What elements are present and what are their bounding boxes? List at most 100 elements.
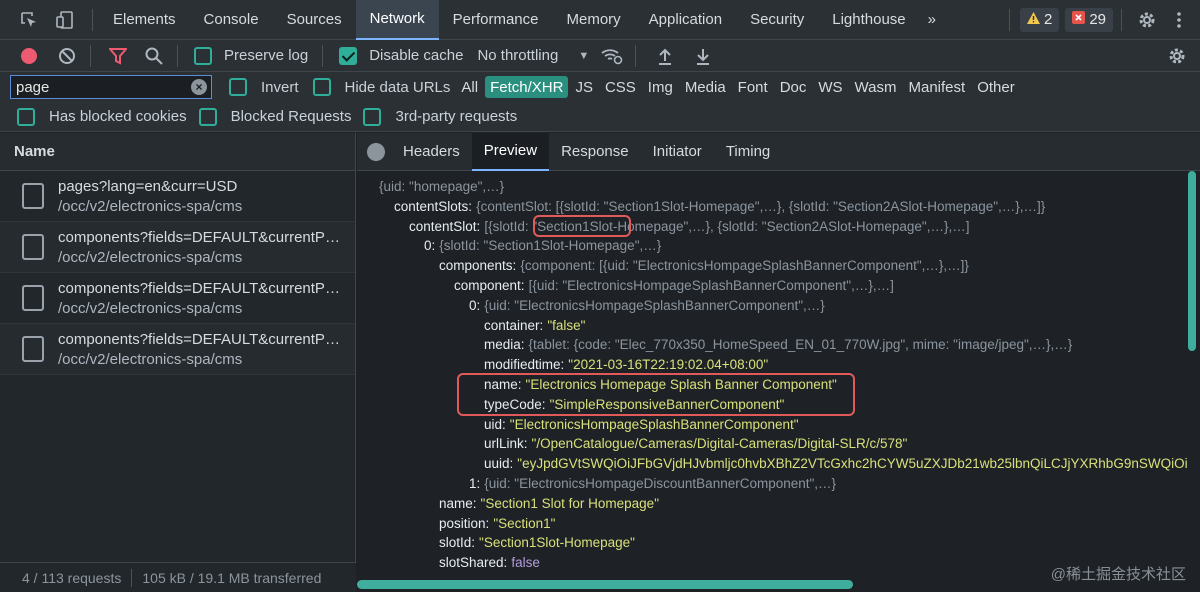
preview-line[interactable]: slotId: "Section1Slot-Homepage" — [357, 533, 1187, 553]
preview-summary: [{slotId: "Section1Slot-Homepage",…}, {s… — [484, 218, 970, 234]
warnings-count: 2 — [1043, 11, 1053, 28]
name-column-header[interactable]: Name — [0, 133, 355, 171]
inspect-element-icon[interactable] — [16, 7, 42, 33]
request-text: components?fields=DEFAULT&currentPag... /… — [58, 229, 348, 266]
third-party-checkbox[interactable] — [363, 107, 382, 126]
tab-elements[interactable]: Elements — [99, 0, 190, 40]
request-row[interactable]: components?fields=DEFAULT&currentPag... /… — [0, 273, 355, 324]
tab-application[interactable]: Application — [635, 0, 736, 40]
filter-type-doc[interactable]: Doc — [775, 76, 812, 98]
filter-icon[interactable] — [105, 43, 131, 69]
more-tabs-icon[interactable]: » — [920, 0, 944, 40]
invert-checkbox[interactable] — [229, 78, 247, 96]
request-rows: pages?lang=en&curr=USD/occ/v2/electronic… — [0, 171, 355, 375]
request-name: components?fields=DEFAULT&currentPag... — [58, 330, 348, 348]
request-row[interactable]: pages?lang=en&curr=USD/occ/v2/electronic… — [0, 171, 355, 222]
detail-tab-headers[interactable]: Headers — [391, 133, 472, 171]
filter-type-other[interactable]: Other — [972, 76, 1020, 98]
toolbar-divider — [635, 44, 637, 67]
record-icon[interactable] — [16, 43, 42, 69]
vertical-scrollbar[interactable] — [1188, 171, 1196, 351]
clear-icon[interactable] — [54, 43, 80, 69]
blocked-requests-checkbox[interactable] — [198, 107, 217, 126]
disable-cache-checkbox[interactable] — [339, 46, 358, 65]
filter-type-font[interactable]: Font — [733, 76, 773, 98]
more-options-icon[interactable] — [1166, 7, 1192, 33]
filter-type-wasm[interactable]: Wasm — [850, 76, 902, 98]
request-row[interactable]: components?fields=DEFAULT&currentPag... /… — [0, 324, 355, 375]
preview-key: components — [439, 258, 513, 274]
detail-tab-initiator[interactable]: Initiator — [641, 133, 714, 171]
chevron-down-icon[interactable]: ▼ — [578, 50, 589, 62]
filter-type-media[interactable]: Media — [680, 76, 731, 98]
document-icon — [22, 336, 44, 362]
throttling-select[interactable]: No throttling — [477, 47, 558, 64]
preview-key: 0 — [424, 238, 432, 254]
preview-line[interactable]: components: {component: [{uid: "Electroni… — [357, 256, 1187, 276]
network-conditions-icon[interactable] — [599, 43, 625, 69]
settings-gear-icon[interactable] — [1134, 7, 1160, 33]
preview-summary: {uid: "ElectronicsHompageDiscountBannerC… — [484, 475, 837, 491]
tab-network[interactable]: Network — [355, 0, 439, 40]
preview-colon: : — [472, 495, 477, 511]
preview-line[interactable]: 0: {uid: "ElectronicsHompageSplashBannerC… — [357, 296, 1187, 316]
filter-type-css[interactable]: CSS — [600, 76, 641, 98]
preview-line[interactable]: component: [{uid: "ElectronicsHompageSpla… — [357, 276, 1187, 296]
filter-input[interactable]: page × — [10, 75, 212, 99]
tab-lighthouse[interactable]: Lighthouse — [818, 0, 919, 40]
tab-memory[interactable]: Memory — [553, 0, 635, 40]
filter-type-ws[interactable]: WS — [813, 76, 847, 98]
preview-line[interactable]: name: "Section1 Slot for Homepage" — [357, 494, 1187, 514]
errors-badge[interactable]: 29 — [1065, 7, 1113, 32]
filter-type-all[interactable]: All — [456, 76, 483, 98]
detail-tab-preview[interactable]: Preview — [471, 132, 550, 171]
preview-line[interactable]: position: "Section1" — [357, 514, 1187, 534]
horizontal-scrollbar[interactable] — [357, 580, 853, 589]
tab-performance[interactable]: Performance — [439, 0, 553, 40]
preview-line[interactable]: contentSlots: {contentSlot: [{slotId: "Se… — [357, 197, 1187, 217]
tab-sources[interactable]: Sources — [273, 0, 356, 40]
preview-line[interactable]: uid: "ElectronicsHompageSplashBannerCompo… — [357, 415, 1187, 435]
request-row[interactable]: components?fields=DEFAULT&currentPag... /… — [0, 222, 355, 273]
hide-data-urls-checkbox[interactable] — [312, 78, 331, 96]
filter-type-fetch-xhr[interactable]: Fetch/XHR — [485, 76, 569, 98]
tab-security[interactable]: Security — [736, 0, 818, 40]
preview-line[interactable]: {uid: "homepage",…} — [357, 177, 1187, 197]
preview-colon: : — [517, 376, 522, 392]
close-details-icon[interactable] — [367, 142, 385, 161]
preview-colon: : — [502, 416, 506, 432]
filter-type-js[interactable]: JS — [570, 76, 598, 98]
import-har-icon[interactable] — [652, 43, 678, 69]
preview-line[interactable]: name: "Electronics Homepage Splash Banner… — [357, 375, 1187, 395]
detail-tabs: Headers Preview Response Initiator Timing — [357, 132, 1200, 171]
tab-console[interactable]: Console — [190, 0, 273, 40]
preview-line[interactable]: 1: {uid: "ElectronicsHompageDiscountBanne… — [357, 474, 1187, 494]
request-path: /occ/v2/electronics-spa/cms — [58, 299, 243, 317]
preview-line[interactable]: modifiedtime: "2021-03-16T22:19:02.04+08:… — [357, 355, 1187, 375]
device-toolbar-icon[interactable] — [52, 7, 78, 33]
preview-value: "ElectronicsHompageSplashBannerComponent… — [509, 416, 799, 432]
detail-tab-timing[interactable]: Timing — [714, 133, 782, 171]
preview-line[interactable]: contentSlot: [{slotId: "Section1Slot-Home… — [357, 217, 1187, 237]
search-icon[interactable] — [141, 43, 167, 69]
preserve-log-checkbox[interactable] — [194, 46, 212, 65]
errors-count: 29 — [1089, 11, 1106, 28]
has-blocked-cookies-checkbox[interactable] — [17, 107, 35, 126]
filter-type-img[interactable]: Img — [643, 76, 678, 98]
export-har-icon[interactable] — [690, 43, 716, 69]
filter-type-manifest[interactable]: Manifest — [904, 76, 971, 98]
preview-line[interactable]: media: {tablet: {code: "Elec_770x350_Home… — [357, 335, 1187, 355]
preview-line[interactable]: container: "false" — [357, 316, 1187, 336]
preview-summary: [{uid: "ElectronicsHompageSplashBannerCo… — [528, 277, 894, 293]
preview-key: container — [484, 317, 540, 333]
preview-line[interactable]: uuid: "eyJpdGVtSWQiOiJFbGVjdHJvbmljc0hvbX… — [357, 454, 1187, 474]
network-settings-gear-icon[interactable] — [1164, 43, 1190, 69]
warnings-badge[interactable]: 2 — [1019, 7, 1060, 32]
detail-tab-response[interactable]: Response — [549, 133, 641, 171]
preview-colon: : — [520, 337, 525, 353]
preview-line[interactable]: 0: {slotId: "Section1Slot-Homepage",…} — [357, 236, 1187, 256]
preview-value: "/OpenCatalogue/Cameras/Digital-Cameras/… — [531, 436, 908, 452]
preview-line[interactable]: urlLink: "/OpenCatalogue/Cameras/Digital-… — [357, 434, 1187, 454]
clear-filter-icon[interactable]: × — [191, 79, 207, 95]
preview-line[interactable]: typeCode: "SimpleResponsiveBannerComponen… — [357, 395, 1187, 415]
